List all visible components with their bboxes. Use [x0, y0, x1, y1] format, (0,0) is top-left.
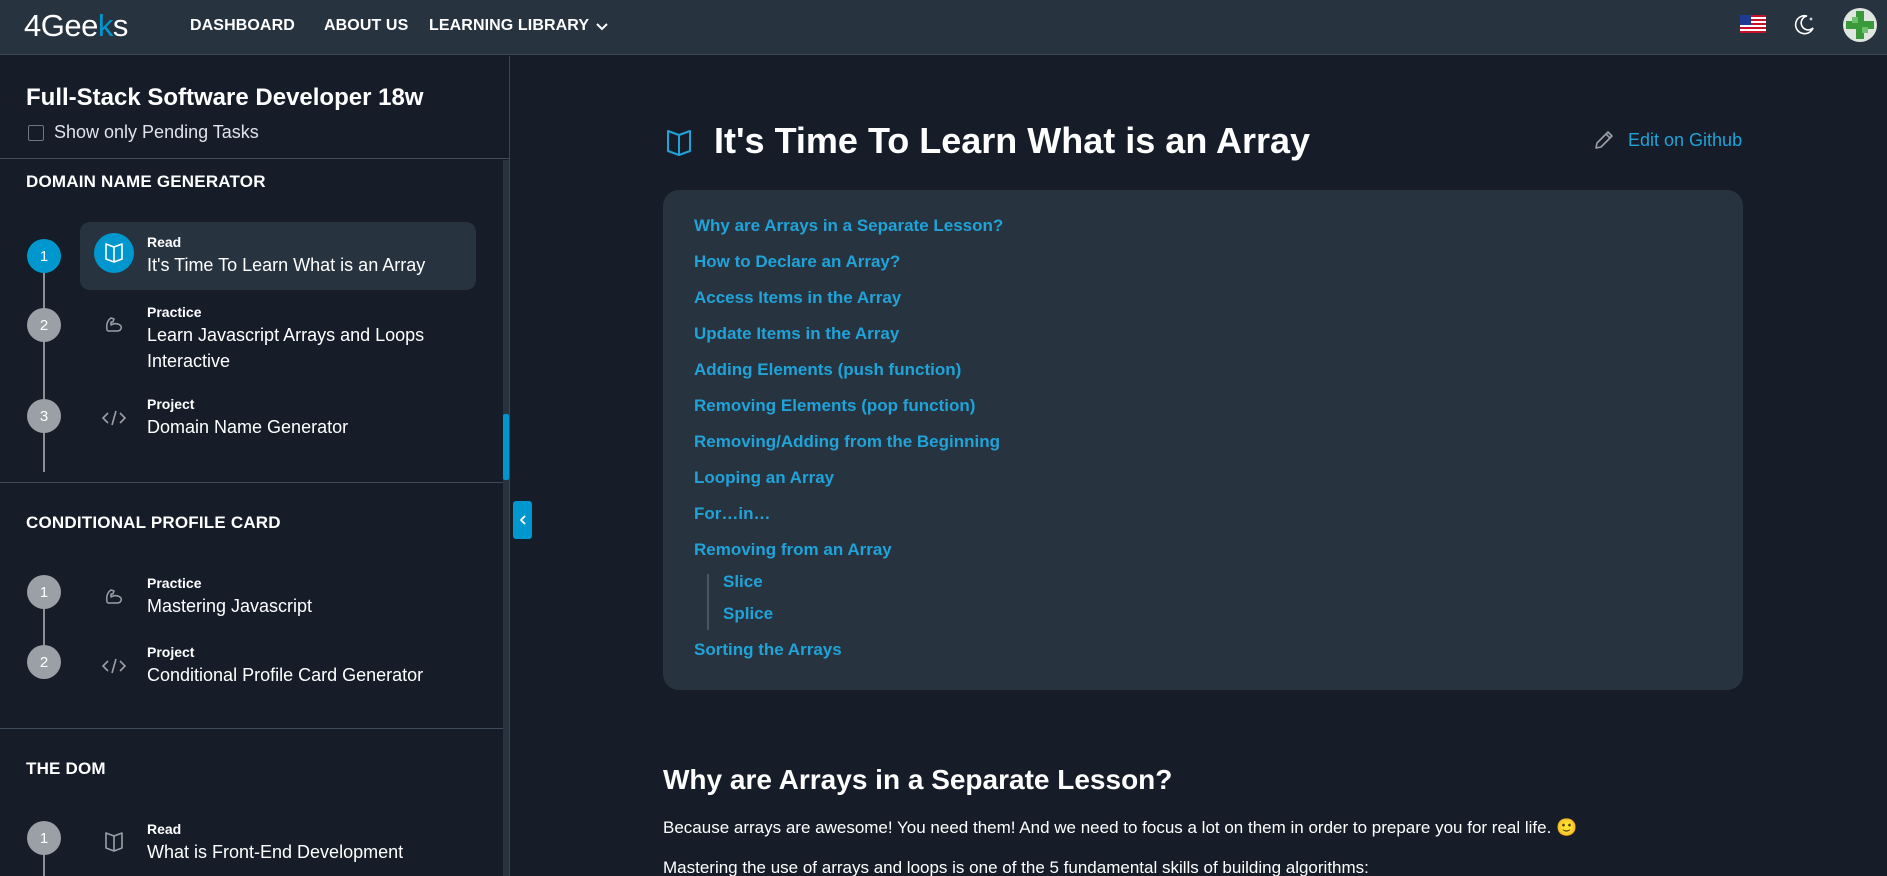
toc-link[interactable]: Adding Elements (push function) [694, 360, 961, 380]
avatar[interactable] [1843, 8, 1877, 42]
nav-learning-library-label: LEARNING LIBRARY [429, 17, 590, 34]
step-item-practice-arrays[interactable]: Practice Learn Javascript Arrays and Loo… [80, 292, 476, 372]
divider [0, 158, 509, 159]
book-icon [94, 233, 134, 273]
toc-link[interactable]: Removing/Adding from the Beginning [694, 432, 1000, 452]
module-title: CONDITIONAL PROFILE CARD [26, 513, 281, 532]
toc-link[interactable]: Looping an Array [694, 468, 834, 488]
step-connector [43, 252, 45, 472]
table-of-contents: Why are Arrays in a Separate Lesson? How… [663, 190, 1743, 690]
scrollbar-thumb[interactable] [503, 414, 509, 480]
toc-link[interactable]: Access Items in the Array [694, 288, 901, 308]
toc-link[interactable]: How to Declare an Array? [694, 252, 900, 272]
muscle-icon [94, 304, 134, 344]
module-title: THE DOM [26, 759, 106, 778]
divider [0, 482, 503, 483]
module-title: DOMAIN NAME GENERATOR [26, 172, 266, 191]
toc-link[interactable]: For…in… [694, 504, 771, 524]
step-number: 3 [27, 399, 61, 433]
nav-dashboard[interactable]: DASHBOARD [190, 17, 295, 35]
pending-tasks-label: Show only Pending Tasks [54, 122, 259, 142]
page-title: It's Time To Learn What is an Array [714, 120, 1311, 161]
logo[interactable]: 4Geeks [24, 8, 128, 44]
main-content: It's Time To Learn What is an Array Edit… [511, 56, 1887, 876]
edit-on-github-label: Edit on Github [1628, 129, 1743, 150]
step-name: It's Time To Learn What is an Array [147, 255, 426, 275]
code-icon [94, 646, 134, 686]
toc-sublink[interactable]: Splice [723, 604, 773, 624]
step-name: What is Front-End Development [147, 842, 404, 862]
step-type: Read [147, 234, 182, 250]
scrollbar-track[interactable] [503, 160, 509, 876]
step-name: Domain Name Generator [147, 417, 349, 437]
step-item-read-array[interactable]: Read It's Time To Learn What is an Array [80, 222, 476, 290]
book-icon [94, 822, 134, 862]
toc-link[interactable]: Sorting the Arrays [694, 640, 842, 660]
toc-link[interactable]: Removing Elements (pop function) [694, 396, 975, 416]
step-number: 1 [27, 821, 61, 855]
toc-link[interactable]: Why are Arrays in a Separate Lesson? [694, 216, 1003, 236]
nav-learning-library[interactable]: LEARNING LIBRARY [429, 17, 609, 35]
step-item-read-frontend[interactable]: Read What is Front-End Development [80, 812, 476, 872]
step-type: Project [147, 644, 195, 660]
step-number: 2 [27, 308, 61, 342]
step-type: Practice [147, 304, 202, 320]
paragraph: Mastering the use of arrays and loops is… [663, 858, 1369, 876]
step-name: Learn Javascript Arrays and Loops Intera… [147, 325, 425, 371]
step-number: 2 [27, 645, 61, 679]
course-title: Full-Stack Software Developer 18w [26, 84, 424, 111]
toc-sublink[interactable]: Slice [723, 572, 763, 592]
paragraph: Because arrays are awesome! You need the… [663, 818, 1578, 837]
step-type: Practice [147, 575, 202, 591]
pending-tasks-checkbox[interactable] [28, 124, 44, 141]
step-item-practice-mastering-js[interactable]: Practice Mastering Javascript [80, 566, 476, 626]
toc-sub-divider [707, 574, 709, 630]
section-heading: Why are Arrays in a Separate Lesson? [663, 764, 1173, 795]
code-icon [94, 398, 134, 438]
us-flag-icon[interactable] [1740, 15, 1766, 33]
step-item-project-domain[interactable]: Project Domain Name Generator [80, 388, 476, 448]
pending-tasks-toggle[interactable]: Show only Pending Tasks [28, 122, 259, 143]
step-name: Conditional Profile Card Generator [147, 665, 424, 685]
step-name: Mastering Javascript [147, 596, 313, 616]
top-navbar: 4Geeks DASHBOARD ABOUT US LEARNING LIBRA… [0, 0, 1887, 55]
step-type: Read [147, 821, 182, 837]
step-type: Project [147, 396, 195, 412]
muscle-icon [94, 576, 134, 616]
pencil-icon [1595, 131, 1613, 149]
divider [0, 728, 503, 729]
edit-on-github-link[interactable]: Edit on Github [1592, 128, 1742, 152]
toc-link[interactable]: Removing from an Array [694, 540, 892, 560]
nav-about-us[interactable]: ABOUT US [324, 17, 408, 35]
sidebar: Full-Stack Software Developer 18w Show o… [0, 56, 510, 876]
step-item-project-profile-card[interactable]: Project Conditional Profile Card Generat… [80, 636, 476, 696]
toc-link[interactable]: Update Items in the Array [694, 324, 899, 344]
moon-icon[interactable] [1792, 13, 1816, 37]
step-number: 1 [27, 239, 61, 273]
book-icon [667, 130, 691, 156]
chevron-down-icon [596, 23, 608, 31]
step-number: 1 [27, 575, 61, 609]
